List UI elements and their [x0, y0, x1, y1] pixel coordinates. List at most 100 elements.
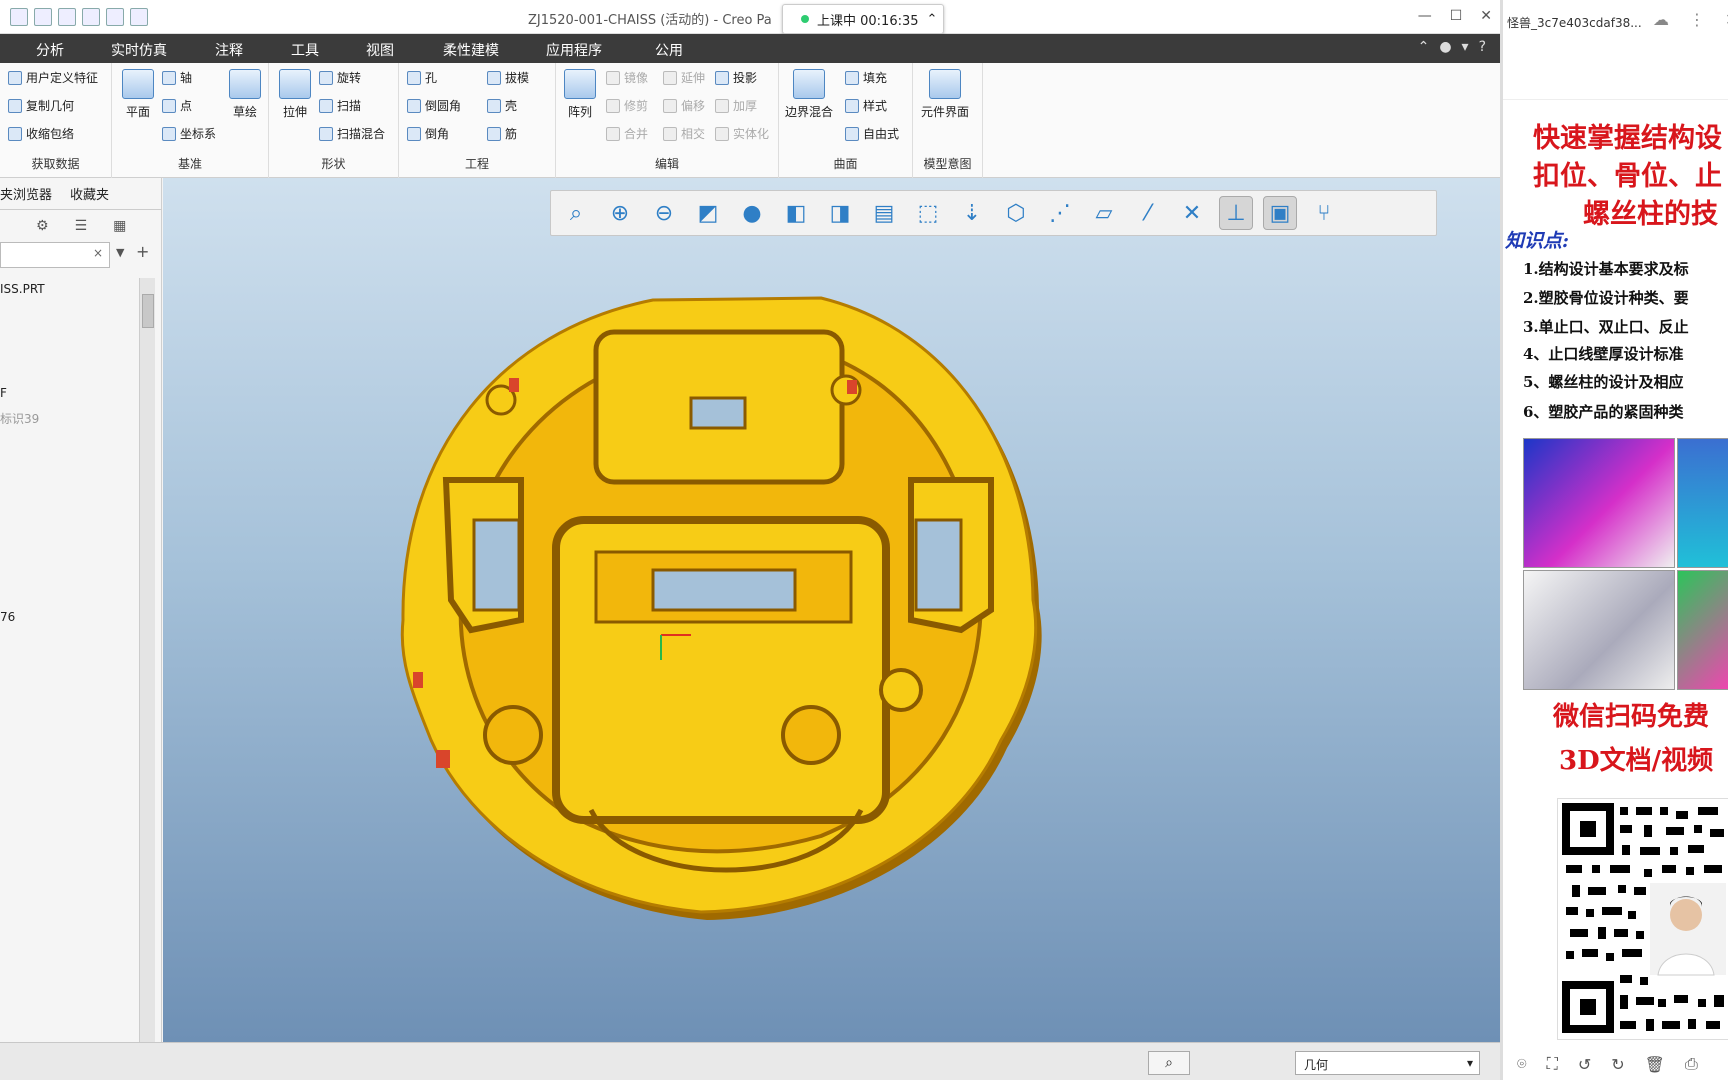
- find-button[interactable]: ⌕: [1148, 1051, 1190, 1075]
- regenerate-icon[interactable]: [82, 8, 100, 26]
- zoom-out-icon[interactable]: ⊖: [647, 196, 681, 230]
- zoom-in-icon[interactable]: ⊕: [603, 196, 637, 230]
- copy-geometry-button[interactable]: 复制几何: [8, 97, 74, 114]
- shrinkwrap-button[interactable]: 收缩包络: [8, 125, 74, 142]
- fill-button[interactable]: 填充: [845, 69, 887, 86]
- plane-button[interactable]: 平面: [122, 69, 154, 120]
- csys-display-icon[interactable]: ⁄: [1131, 196, 1165, 230]
- tree-scrollbar[interactable]: [139, 278, 155, 1042]
- tree-item[interactable]: F: [0, 386, 7, 400]
- tree-filter-icon[interactable]: ☰: [75, 218, 88, 234]
- repaint-icon[interactable]: ◩: [691, 196, 725, 230]
- tree-item[interactable]: 标识39: [0, 410, 39, 427]
- scrollbar-thumb[interactable]: [142, 294, 154, 328]
- part-model[interactable]: [391, 270, 1071, 930]
- sketch-button[interactable]: 草绘: [229, 69, 261, 120]
- extend-button[interactable]: 延伸: [663, 69, 705, 86]
- mouse-icon[interactable]: ⌾: [1517, 1054, 1527, 1074]
- pattern-button[interactable]: 阵列: [564, 69, 596, 120]
- tab-tools[interactable]: 工具: [291, 40, 319, 60]
- group-label-model-intent[interactable]: 模型意图: [913, 155, 982, 172]
- sweep-button[interactable]: 扫描: [319, 97, 361, 114]
- axis-display-icon[interactable]: ⋰: [1043, 196, 1077, 230]
- tab-annotate[interactable]: 注释: [215, 40, 243, 60]
- tree-item[interactable]: 76: [0, 610, 15, 624]
- tree-columns-icon[interactable]: ▦: [113, 218, 126, 234]
- draft-button[interactable]: 拔模: [487, 69, 529, 86]
- tree-root-part[interactable]: ISS.PRT: [0, 282, 45, 296]
- document-filename[interactable]: 怪兽_3c7e403cdaf38...: [1507, 14, 1642, 31]
- maximize-button[interactable]: ☐: [1450, 8, 1463, 24]
- extrude-button[interactable]: 拉伸: [279, 69, 311, 120]
- tab-view[interactable]: 视图: [366, 40, 394, 60]
- save-icon[interactable]: [10, 8, 28, 26]
- freestyle-button[interactable]: 自由式: [845, 125, 899, 142]
- section-icon[interactable]: ⑂: [1307, 196, 1341, 230]
- plane-display-icon[interactable]: ⬡: [999, 196, 1033, 230]
- tab-common[interactable]: 公用: [655, 40, 683, 60]
- tab-flexible-modeling[interactable]: 柔性建模: [443, 40, 499, 60]
- tab-folder-browser[interactable]: 夹浏览器: [0, 184, 52, 203]
- help-icon[interactable]: ?: [1479, 39, 1486, 55]
- csys-button[interactable]: 坐标系: [162, 125, 216, 142]
- settings-icon[interactable]: ⚙: [36, 218, 49, 234]
- spin-center-icon[interactable]: ⬚: [911, 196, 945, 230]
- annotation-display-icon[interactable]: ⇣: [955, 196, 989, 230]
- group-label-shapes[interactable]: 形状: [269, 155, 398, 172]
- user-icon[interactable]: ●: [1439, 39, 1451, 55]
- group-label-get-data[interactable]: 获取数据: [0, 155, 111, 172]
- model-tree-icon[interactable]: ⊥: [1219, 196, 1253, 230]
- axis-button[interactable]: 轴: [162, 69, 192, 86]
- redo-icon[interactable]: [58, 8, 76, 26]
- offset-button[interactable]: 偏移: [663, 97, 705, 114]
- revolve-button[interactable]: 旋转: [319, 69, 361, 86]
- hole-button[interactable]: 孔: [407, 69, 437, 86]
- graphics-viewport[interactable]: ⌕ ⊕ ⊖ ◩ ● ◧ ◨ ▤ ⬚ ⇣ ⬡ ⋰ ▱ ⁄ ✕ ⊥ ▣ ⑂: [163, 178, 1500, 1042]
- minimize-button[interactable]: —: [1418, 8, 1432, 24]
- user-defined-feature-button[interactable]: 用户定义特征: [8, 69, 98, 86]
- round-button[interactable]: 倒圆角: [407, 97, 461, 114]
- chevron-down-icon[interactable]: ▼: [116, 246, 124, 259]
- windows-icon[interactable]: [106, 8, 124, 26]
- tab-favorites[interactable]: 收藏夹: [70, 184, 109, 203]
- live-class-badge[interactable]: 上课中 00:16:35 ⌃: [782, 4, 944, 34]
- swept-blend-button[interactable]: 扫描混合: [319, 125, 385, 142]
- solidify-button[interactable]: 实体化: [715, 125, 769, 142]
- refit-icon[interactable]: ⌕: [559, 196, 593, 230]
- group-label-datum[interactable]: 基准: [112, 155, 268, 172]
- tab-applications[interactable]: 应用程序: [546, 40, 602, 60]
- tab-simulation[interactable]: 实时仿真: [111, 40, 167, 60]
- intersect-button[interactable]: 相交: [663, 125, 705, 142]
- rotate-right-icon[interactable]: ↻: [1611, 1055, 1624, 1074]
- display-style-icon[interactable]: ●: [735, 196, 769, 230]
- add-icon[interactable]: +: [136, 242, 149, 261]
- group-label-editing[interactable]: 编辑: [556, 155, 778, 172]
- saved-views-icon[interactable]: ◧: [779, 196, 813, 230]
- chevron-up-icon[interactable]: ⌃: [927, 12, 938, 27]
- style-button[interactable]: 样式: [845, 97, 887, 114]
- delete-icon[interactable]: 🗑: [1645, 1055, 1665, 1074]
- display-filter-icon[interactable]: ✕: [1175, 196, 1209, 230]
- boundary-blend-button[interactable]: 边界混合: [785, 69, 833, 120]
- group-label-engineering[interactable]: 工程: [399, 155, 555, 172]
- print-icon[interactable]: ⎙: [1685, 1054, 1698, 1074]
- trim-button[interactable]: 修剪: [606, 97, 648, 114]
- shell-button[interactable]: 壳: [487, 97, 517, 114]
- more-icon[interactable]: ⋮: [1689, 10, 1705, 29]
- close-window-icon[interactable]: [130, 8, 148, 26]
- undo-icon[interactable]: [34, 8, 52, 26]
- chamfer-button[interactable]: 倒角: [407, 125, 449, 142]
- settings-icon[interactable]: ▾: [1462, 39, 1469, 55]
- mirror-button[interactable]: 镜像: [606, 69, 648, 86]
- fullscreen-icon[interactable]: ⛶: [1547, 1054, 1558, 1074]
- component-interface-button[interactable]: 元件界面: [921, 69, 969, 120]
- thicken-button[interactable]: 加厚: [715, 97, 757, 114]
- selection-filter-select[interactable]: 几何 ▾: [1295, 1051, 1480, 1075]
- rotate-left-icon[interactable]: ↺: [1578, 1055, 1591, 1074]
- merge-button[interactable]: 合并: [606, 125, 648, 142]
- view-manager-icon[interactable]: ◨: [823, 196, 857, 230]
- close-button[interactable]: ✕: [1480, 8, 1492, 24]
- point-display-icon[interactable]: ▱: [1087, 196, 1121, 230]
- group-label-surfaces[interactable]: 曲面: [779, 155, 912, 172]
- rib-button[interactable]: 筋: [487, 125, 517, 142]
